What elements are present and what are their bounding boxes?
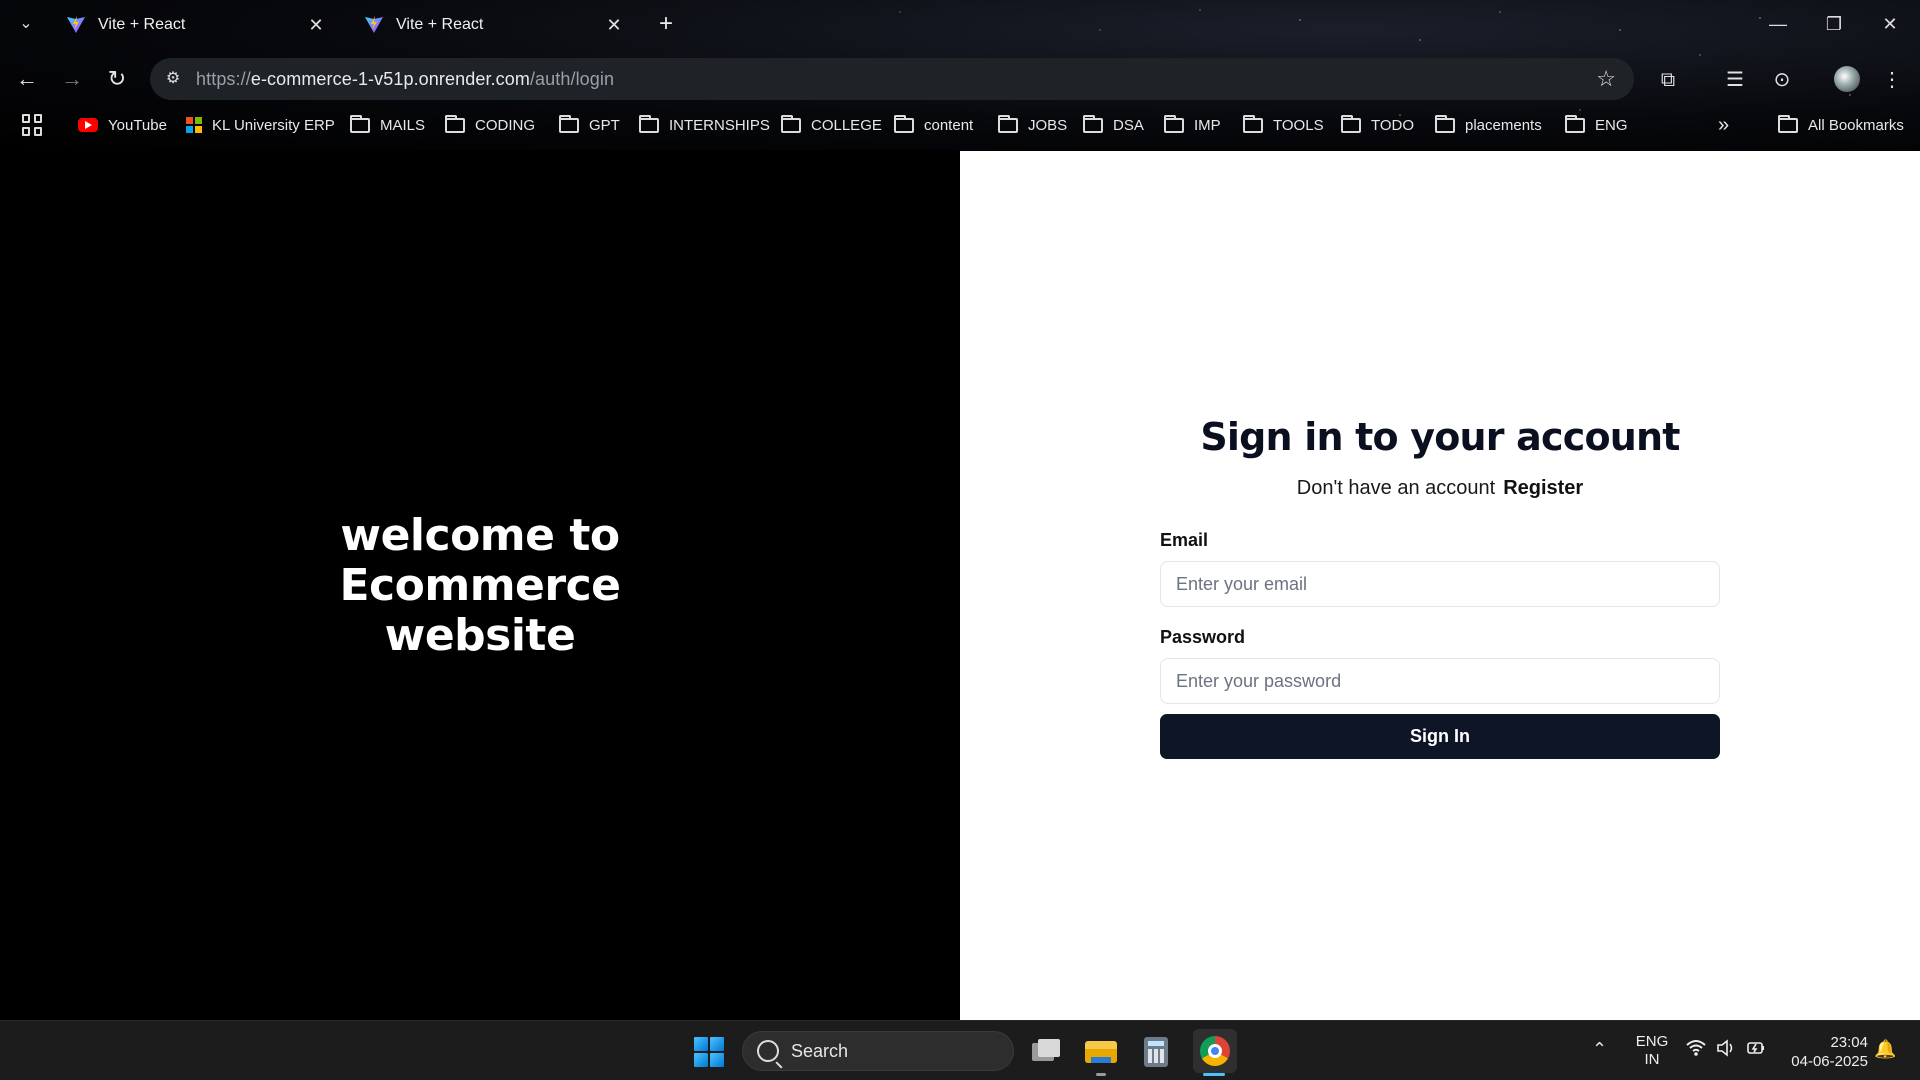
bookmark-folder-tools[interactable]: TOOLS xyxy=(1243,112,1324,138)
vite-favicon-icon xyxy=(365,16,383,33)
address-bar[interactable]: ⚙ https://e-commerce-1-v51p.onrender.com… xyxy=(150,58,1634,100)
windows-start-icon[interactable] xyxy=(694,1037,724,1067)
chrome-active-indicator xyxy=(1203,1073,1225,1076)
email-label: Email xyxy=(1160,530,1209,550)
screenshot-lens-icon[interactable]: ⊙ xyxy=(1768,66,1796,94)
register-prompt: Don't have an account Register xyxy=(1160,477,1720,500)
youtube-icon xyxy=(78,118,98,132)
profile-avatar[interactable] xyxy=(1834,66,1860,92)
volume-icon[interactable] xyxy=(1716,1039,1736,1062)
no-account-text: Don't have an account xyxy=(1296,477,1496,499)
bookmark-folder-content[interactable]: content xyxy=(894,112,973,138)
folder-icon xyxy=(1243,114,1263,133)
password-label: Password xyxy=(1160,627,1246,647)
reading-list-icon[interactable]: ☰ xyxy=(1721,66,1749,94)
close-window-icon[interactable]: ✕ xyxy=(1870,10,1910,38)
file-explorer-icon[interactable] xyxy=(1083,1033,1119,1069)
apps-grid-icon[interactable] xyxy=(22,114,44,136)
bookmark-folder-todo[interactable]: TODO xyxy=(1341,112,1414,138)
email-field[interactable] xyxy=(1160,561,1720,607)
minimize-icon[interactable]: — xyxy=(1758,10,1798,38)
bookmark-folder-mails[interactable]: MAILS xyxy=(350,112,425,138)
browser-tab-2[interactable]: Vite + React ✕ xyxy=(354,8,634,42)
tab-strip: ⌄ Vite + React ✕ Vite + React ✕ + — ❐ ✕ xyxy=(0,0,1920,50)
reload-icon[interactable]: ↻ xyxy=(102,64,132,94)
folder-icon xyxy=(1341,114,1361,133)
menu-kebab-icon[interactable]: ⋮ xyxy=(1878,66,1906,94)
restore-icon[interactable]: ❐ xyxy=(1814,10,1854,38)
register-link[interactable]: Register xyxy=(1503,477,1583,499)
tab-title: Vite + React xyxy=(98,16,186,33)
tab-title: Vite + React xyxy=(396,16,484,33)
folder-icon xyxy=(1778,114,1798,133)
auth-panel: Sign in to your account Don't have an ac… xyxy=(960,151,1920,1020)
forward-arrow-icon[interactable]: → xyxy=(57,64,87,94)
bookmark-folder-internships[interactable]: INTERNSHIPS xyxy=(639,112,770,138)
bookmark-kl-erp[interactable]: KL University ERP xyxy=(186,112,335,138)
folder-icon xyxy=(639,114,659,133)
bookmark-star-icon[interactable]: ☆ xyxy=(1596,66,1616,92)
folder-icon xyxy=(445,114,465,133)
bookmark-folder-coding[interactable]: CODING xyxy=(445,112,535,138)
tab-close-icon[interactable]: ✕ xyxy=(604,15,624,35)
login-page: welcome to Ecommerce website Sign in to … xyxy=(0,151,1920,1020)
microsoft-icon xyxy=(186,117,202,133)
clock-time: 23:04 xyxy=(1830,1034,1868,1051)
taskbar-search-label: Search xyxy=(791,1040,849,1061)
bookmark-folder-jobs[interactable]: JOBS xyxy=(998,112,1067,138)
vite-favicon-icon xyxy=(67,16,85,33)
explorer-running-indicator xyxy=(1096,1073,1106,1076)
password-field[interactable] xyxy=(1160,658,1720,704)
extensions-puzzle-icon[interactable]: ⧉ xyxy=(1654,66,1682,94)
browser-tab-1[interactable]: Vite + React ✕ xyxy=(56,8,336,42)
chrome-taskbar-button[interactable] xyxy=(1193,1029,1237,1073)
folder-icon xyxy=(1565,114,1585,133)
battery-charging-icon[interactable] xyxy=(1746,1039,1766,1062)
wifi-icon[interactable] xyxy=(1686,1039,1706,1062)
welcome-panel: welcome to Ecommerce website xyxy=(0,151,960,1020)
site-settings-icon[interactable]: ⚙ xyxy=(158,64,188,94)
back-arrow-icon[interactable]: ← xyxy=(12,64,42,94)
browser-toolbar: ← → ↻ ⚙ https://e-commerce-1-v51p.onrend… xyxy=(0,56,1920,102)
show-hidden-icons-chevron-icon[interactable]: ⌃ xyxy=(1592,1039,1607,1060)
folder-icon xyxy=(781,114,801,133)
bookmark-folder-dsa[interactable]: DSA xyxy=(1083,112,1144,138)
bookmark-youtube[interactable]: YouTube xyxy=(78,112,167,138)
folder-icon xyxy=(559,114,579,133)
welcome-heading: welcome to Ecommerce website xyxy=(339,509,621,661)
bookmark-folder-eng[interactable]: ENG xyxy=(1565,112,1628,138)
bookmarks-bar: YouTube KL University ERP MAILS CODING G… xyxy=(0,108,1920,142)
bookmark-folder-placements[interactable]: placements xyxy=(1435,112,1542,138)
calculator-icon[interactable] xyxy=(1138,1033,1174,1069)
chrome-icon xyxy=(1200,1036,1230,1066)
folder-icon xyxy=(350,114,370,133)
bookmark-folder-college[interactable]: COLLEGE xyxy=(781,112,882,138)
folder-icon xyxy=(1164,114,1184,133)
windows-taskbar: Search ⌃ ENG IN 23:04 04-06-2025 🔔 xyxy=(0,1020,1920,1080)
login-form: Sign in to your account Don't have an ac… xyxy=(1160,415,1720,759)
search-icon xyxy=(757,1040,779,1062)
tab-close-icon[interactable]: ✕ xyxy=(306,15,326,35)
more-bookmarks-chevron-icon[interactable]: » xyxy=(1718,112,1729,138)
task-view-icon[interactable] xyxy=(1028,1033,1064,1069)
sign-in-button[interactable]: Sign In xyxy=(1160,714,1720,759)
bookmark-folder-imp[interactable]: IMP xyxy=(1164,112,1221,138)
folder-icon xyxy=(1083,114,1103,133)
folder-icon xyxy=(998,114,1018,133)
taskbar-search-box[interactable]: Search xyxy=(742,1031,1014,1071)
page-title: Sign in to your account xyxy=(1200,415,1680,459)
clock-date: 04-06-2025 xyxy=(1791,1053,1868,1070)
bookmark-folder-gpt[interactable]: GPT xyxy=(559,112,620,138)
tab-search-chevron-icon[interactable]: ⌄ xyxy=(14,12,38,36)
system-clock[interactable]: 23:04 04-06-2025 xyxy=(1782,1033,1868,1071)
all-bookmarks[interactable]: All Bookmarks xyxy=(1778,112,1904,138)
browser-chrome: ⌄ Vite + React ✕ Vite + React ✕ + — ❐ ✕ … xyxy=(0,0,1920,150)
notification-bell-icon[interactable]: 🔔 xyxy=(1874,1039,1896,1060)
folder-icon xyxy=(1435,114,1455,133)
url-text[interactable]: https://e-commerce-1-v51p.onrender.com/a… xyxy=(196,69,614,90)
folder-icon xyxy=(894,114,914,133)
new-tab-plus-icon[interactable]: + xyxy=(652,10,680,38)
language-indicator[interactable]: ENG IN xyxy=(1632,1033,1672,1069)
